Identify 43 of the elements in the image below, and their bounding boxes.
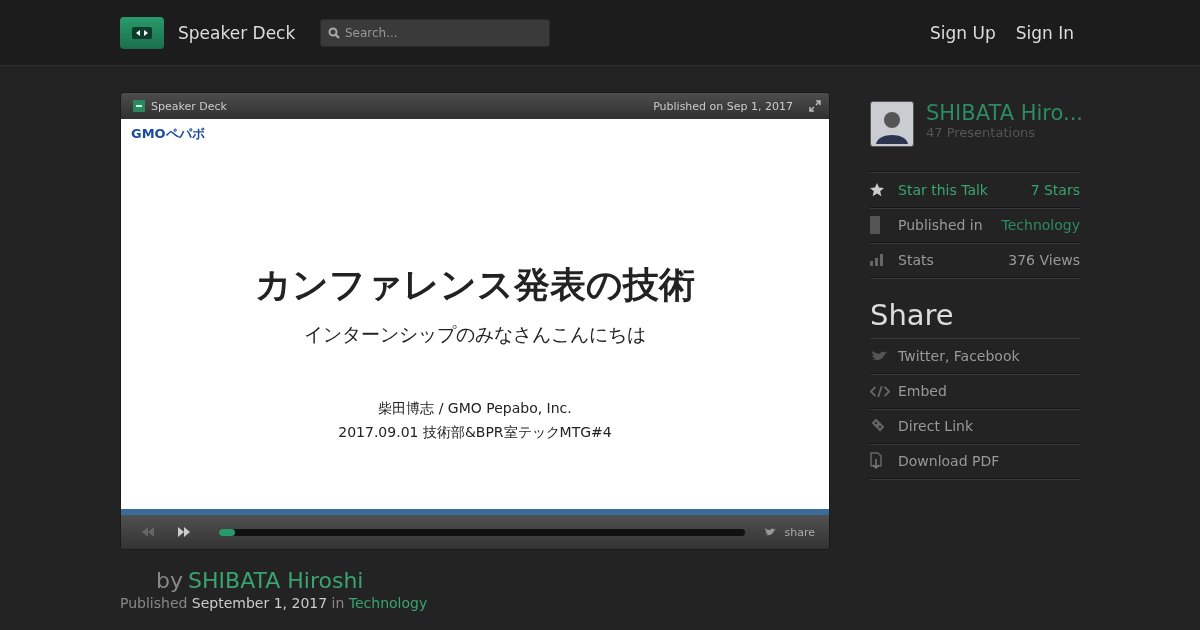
stat-label: Stats — [898, 252, 934, 268]
slide-title: カンファレンス発表の技術 — [255, 263, 695, 307]
bookmark-icon — [870, 216, 880, 234]
stat-value: 376 Views — [1008, 252, 1080, 268]
bar-chart-icon — [870, 254, 884, 266]
by-label: by — [156, 568, 183, 593]
slide-text: 柴田博志 / GMO Pepabo, Inc. — [378, 400, 572, 418]
search-field[interactable]: Search... — [320, 18, 550, 47]
fast-forward-icon[interactable] — [177, 527, 191, 537]
share-link[interactable]: Twitter, Facebook — [898, 348, 1020, 364]
progress-track[interactable] — [219, 528, 745, 536]
share-link[interactable]: share — [784, 525, 815, 539]
bird-icon — [870, 349, 890, 363]
fullscreen-icon[interactable] — [809, 100, 821, 112]
author-link[interactable]: SHIBATA Hiroshi — [188, 568, 364, 593]
nav-link[interactable]: Sign Up — [930, 22, 996, 43]
slide-logo: GMOペパボ — [131, 125, 205, 143]
player-brand: Speaker Deck — [151, 99, 227, 113]
published-label: Published — [120, 595, 188, 611]
category-link[interactable]: Technology — [348, 595, 428, 611]
star-icon — [870, 183, 884, 197]
published-date: September 1, 2017 — [191, 595, 328, 611]
logo-icon[interactable] — [120, 16, 164, 49]
avatar-placeholder[interactable] — [870, 101, 914, 147]
share-link[interactable]: Embed — [898, 383, 947, 399]
nav-link[interactable]: Sign In — [1015, 22, 1074, 43]
download-icon — [870, 452, 882, 470]
in-label: in — [331, 595, 345, 611]
share-link[interactable]: Download PDF — [898, 453, 1000, 469]
star-talk-link[interactable]: Star this Talk — [898, 182, 988, 198]
share-link[interactable]: Direct Link — [898, 418, 974, 434]
site-name-link[interactable]: Speaker Deck — [178, 22, 304, 43]
code-icon — [870, 385, 890, 397]
category-link[interactable]: Technology — [1001, 217, 1080, 233]
author-name-link[interactable]: SHIBATA Hiro... — [926, 101, 1080, 125]
star-count: 7 Stars — [1030, 182, 1080, 198]
published-date: Published on Sep 1, 2017 — [653, 99, 793, 113]
share-heading: Share — [870, 298, 955, 332]
logo-icon — [133, 100, 145, 112]
stat-label: Published in — [898, 217, 983, 233]
slide-text: 2017.09.01 技術部&BPR室テックMTG#4 — [338, 424, 612, 442]
slide-subtitle: インターンシップのみなさんこんにちは — [304, 322, 646, 347]
bird-icon — [762, 527, 777, 537]
